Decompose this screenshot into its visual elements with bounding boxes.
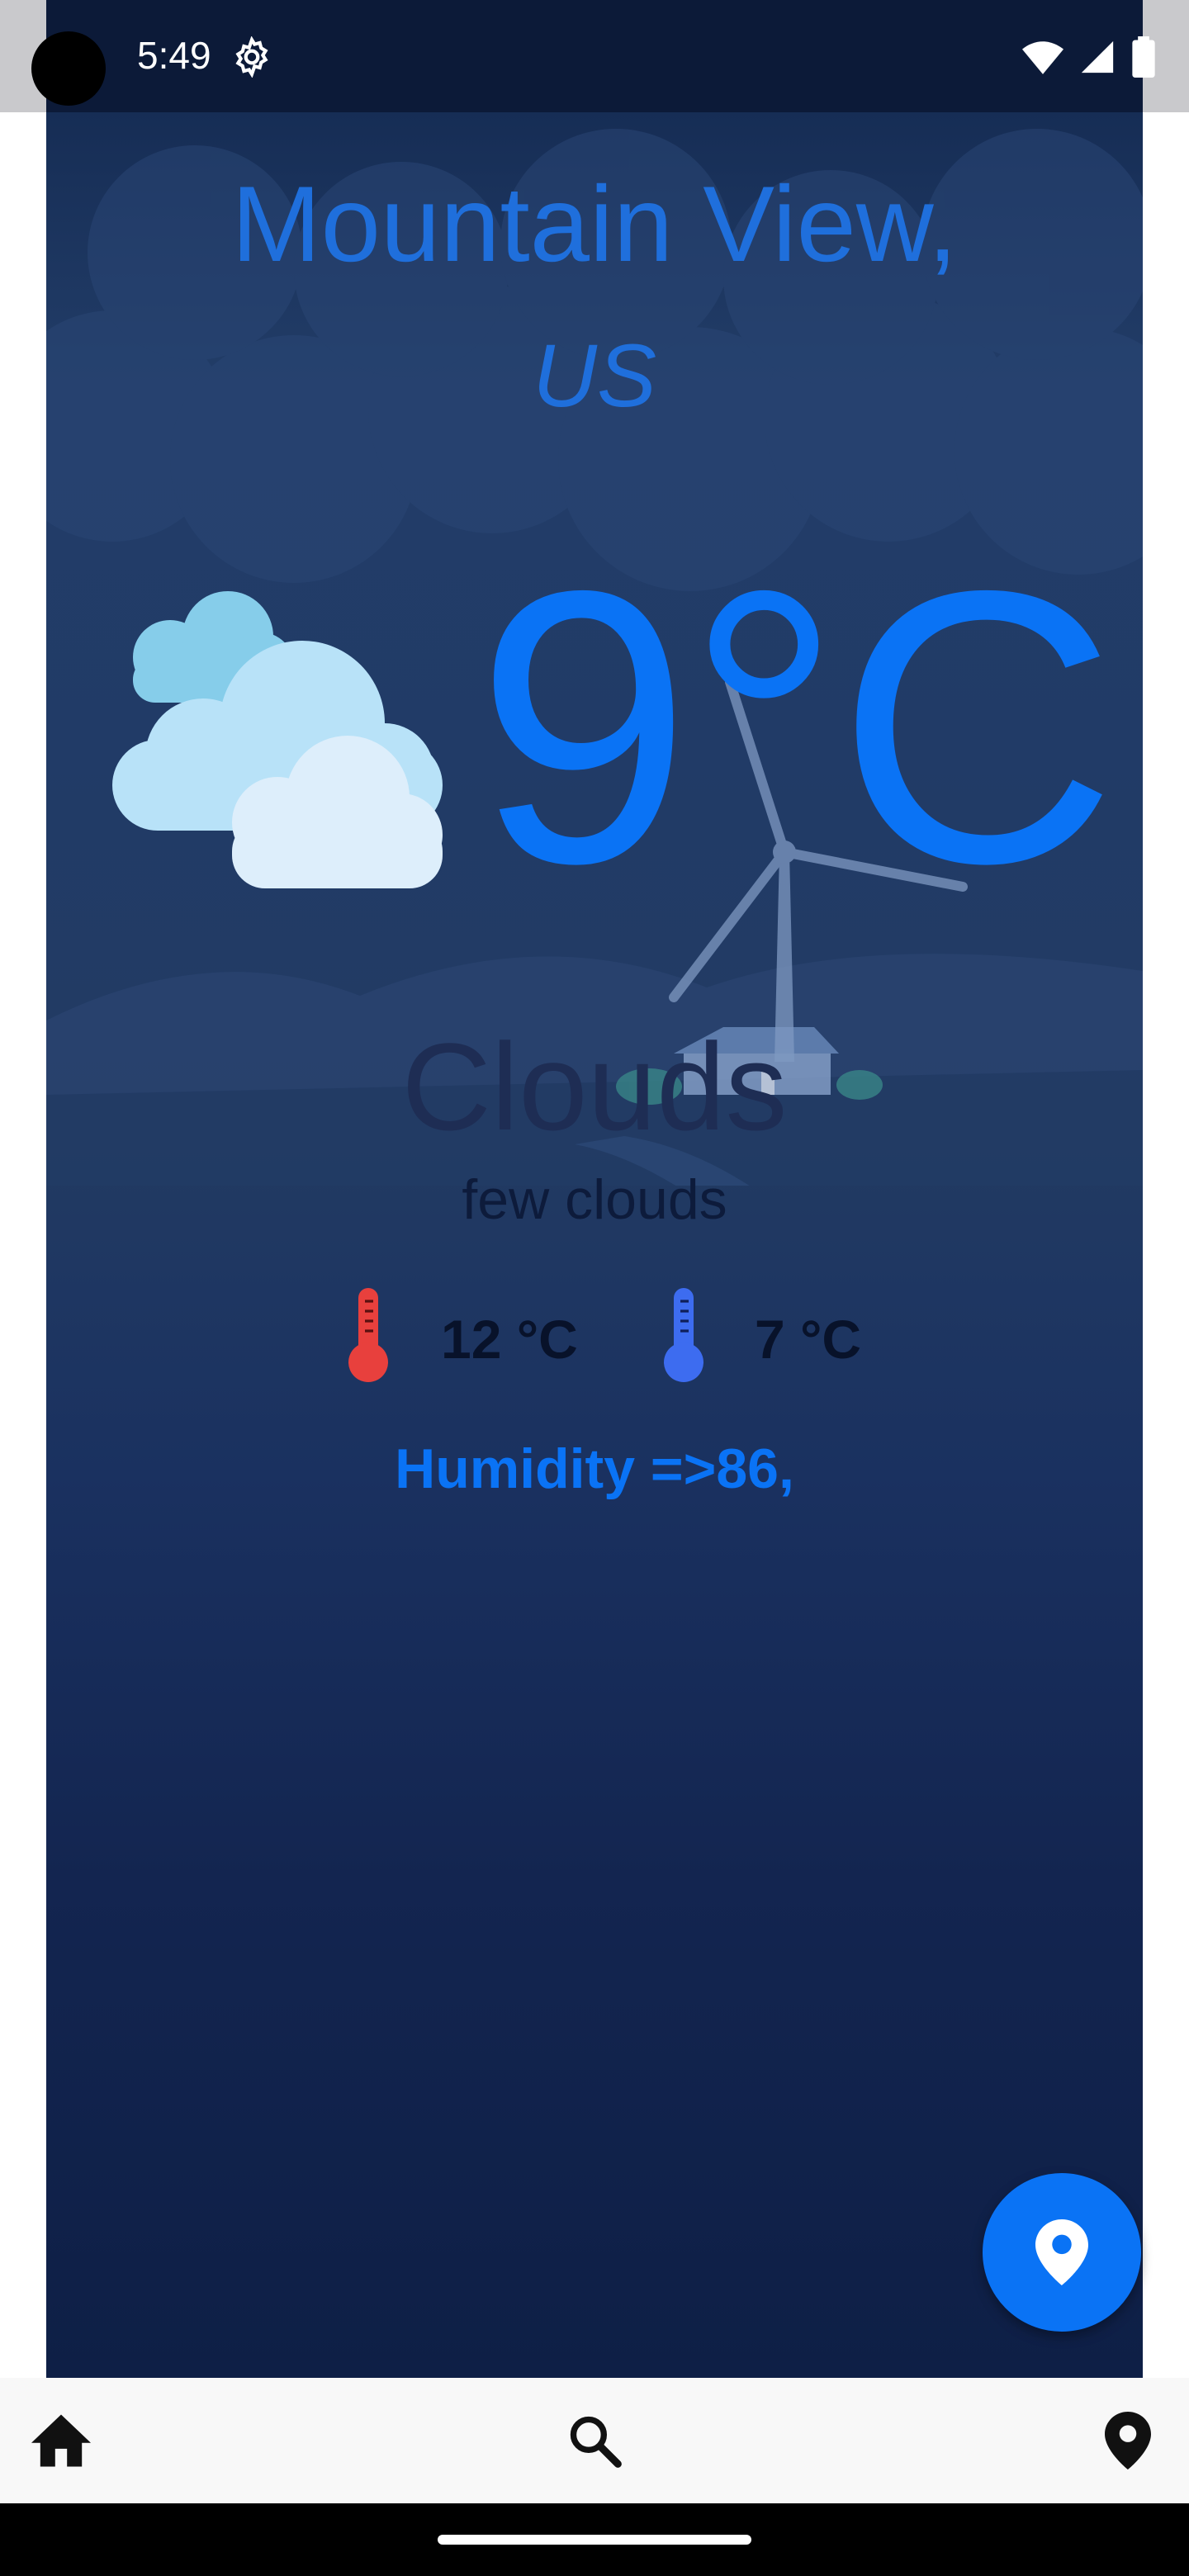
gesture-navigation-bar <box>0 2503 1189 2576</box>
weather-description: few clouds <box>462 1168 727 1231</box>
country-code: US <box>532 325 657 425</box>
cloudy-icon <box>112 591 443 888</box>
temperature-range: 12 °C 7 °C <box>46 1285 1143 1392</box>
status-bar: 5:49 <box>0 0 1189 112</box>
humidity-label: Humidity =>86, <box>395 1437 794 1500</box>
nav-search[interactable] <box>561 2408 628 2474</box>
signal-icon <box>1081 40 1114 73</box>
status-icons <box>1022 36 1156 78</box>
search-icon <box>570 2416 622 2468</box>
camera-cutout <box>31 31 106 106</box>
temperature-max: 12 °C <box>441 1309 578 1370</box>
home-icon <box>31 2414 91 2467</box>
location-pin-icon <box>1035 2219 1088 2285</box>
thermometer-cold-icon <box>664 1288 703 1382</box>
temperature-min: 7 °C <box>755 1309 862 1370</box>
thermometer-hot-icon <box>348 1288 388 1382</box>
location-pin-icon <box>1105 2412 1151 2469</box>
gesture-handle[interactable] <box>438 2535 751 2545</box>
city-name: Mountain View, <box>231 163 958 284</box>
nav-home[interactable] <box>28 2408 94 2474</box>
gear-icon <box>235 36 268 78</box>
current-temperature: 9°C <box>476 510 1117 944</box>
status-time: 5:49 <box>137 34 211 77</box>
weather-panel: Mountain View, US 9°C Clouds few clouds … <box>46 112 1143 2378</box>
weather-condition: Clouds <box>401 1017 788 1156</box>
battery-icon <box>1132 36 1155 78</box>
nav-location[interactable] <box>1095 2408 1161 2474</box>
wifi-icon <box>1022 41 1063 74</box>
location-fab[interactable] <box>983 2173 1141 2332</box>
bottom-navigation <box>0 2378 1189 2503</box>
